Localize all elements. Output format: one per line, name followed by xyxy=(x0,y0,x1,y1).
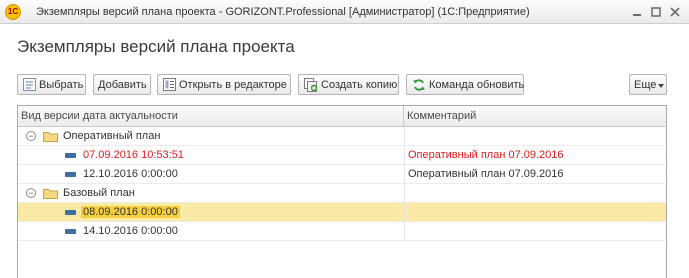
table-row[interactable]: − Оперативный план xyxy=(18,127,666,146)
version-item-icon xyxy=(65,229,76,234)
more-label: Еще xyxy=(634,78,657,91)
open-in-editor-button[interactable]: Открыть в редакторе xyxy=(157,74,291,95)
comment-cell: Оперативный план 07.09.2016 xyxy=(408,168,564,180)
group-label: Базовый план xyxy=(63,187,135,199)
collapse-icon[interactable]: − xyxy=(26,131,36,141)
more-dropdown-button[interactable]: Еще xyxy=(629,74,667,95)
column-divider xyxy=(404,184,405,203)
app-logo-icon: 1С xyxy=(5,3,21,20)
close-icon[interactable] xyxy=(666,4,683,21)
refresh-button[interactable]: Команда обновить xyxy=(406,74,524,95)
group-label: Оперативный план xyxy=(63,130,161,142)
column-header-comment[interactable]: Комментарий xyxy=(404,106,666,126)
maximize-icon[interactable] xyxy=(647,4,664,21)
table-header: Вид версии дата актуальности Комментарий xyxy=(18,106,666,127)
select-label: Выбрать xyxy=(39,78,84,91)
add-label: Добавить xyxy=(98,78,147,91)
column-divider xyxy=(404,203,405,222)
open-in-editor-label: Открыть в редакторе xyxy=(179,78,287,91)
version-date-text: 08.09.2016 0:00:00 xyxy=(81,206,180,218)
select-icon xyxy=(23,78,36,92)
version-item-icon xyxy=(65,172,76,177)
create-copy-label: Создать копию xyxy=(321,78,398,91)
column-divider xyxy=(404,146,405,165)
column-divider xyxy=(404,165,405,184)
version-date-cell: 14.10.2016 0:00:00 xyxy=(83,225,178,237)
refresh-label: Команда обновить xyxy=(429,78,525,91)
collapse-icon[interactable]: − xyxy=(26,188,36,198)
version-date-cell: 12.10.2016 0:00:00 xyxy=(83,168,178,180)
version-date-cell: 07.09.2016 10:53:51 xyxy=(83,149,184,161)
table-row[interactable]: 07.09.2016 10:53:51 Оперативный план 07.… xyxy=(18,146,666,165)
minimize-icon[interactable] xyxy=(628,4,645,21)
window-title: Экземпляры версий плана проекта - GORIZO… xyxy=(36,5,530,18)
editor-icon xyxy=(163,78,176,92)
chevron-down-icon xyxy=(658,79,665,91)
copy-icon xyxy=(304,77,318,92)
table-row[interactable]: 12.10.2016 0:00:00 Оперативный план 07.0… xyxy=(18,165,666,184)
versions-table: Вид версии дата актуальности Комментарий… xyxy=(17,105,667,278)
refresh-icon xyxy=(412,78,426,92)
window-titlebar: 1С Экземпляры версий плана проекта - GOR… xyxy=(0,0,689,24)
add-button[interactable]: Добавить xyxy=(93,74,151,95)
version-item-icon xyxy=(65,210,76,215)
select-button[interactable]: Выбрать xyxy=(17,74,86,95)
window-controls xyxy=(626,0,689,24)
column-divider xyxy=(404,222,405,241)
folder-icon xyxy=(43,187,58,199)
table-row[interactable]: − Базовый план xyxy=(18,184,666,203)
table-row[interactable]: 14.10.2016 0:00:00 xyxy=(18,222,666,241)
version-date-cell: 08.09.2016 0:00:00 xyxy=(81,203,180,222)
folder-icon xyxy=(43,130,58,142)
column-divider xyxy=(404,127,405,146)
page-title: Экземпляры версий плана проекта xyxy=(17,37,295,56)
comment-cell: Оперативный план 07.09.2016 xyxy=(408,149,564,161)
table-row-selected[interactable]: 08.09.2016 0:00:00 xyxy=(18,203,666,222)
version-item-icon xyxy=(65,153,76,158)
create-copy-button[interactable]: Создать копию xyxy=(298,74,399,95)
column-header-version[interactable]: Вид версии дата актуальности xyxy=(18,106,404,126)
